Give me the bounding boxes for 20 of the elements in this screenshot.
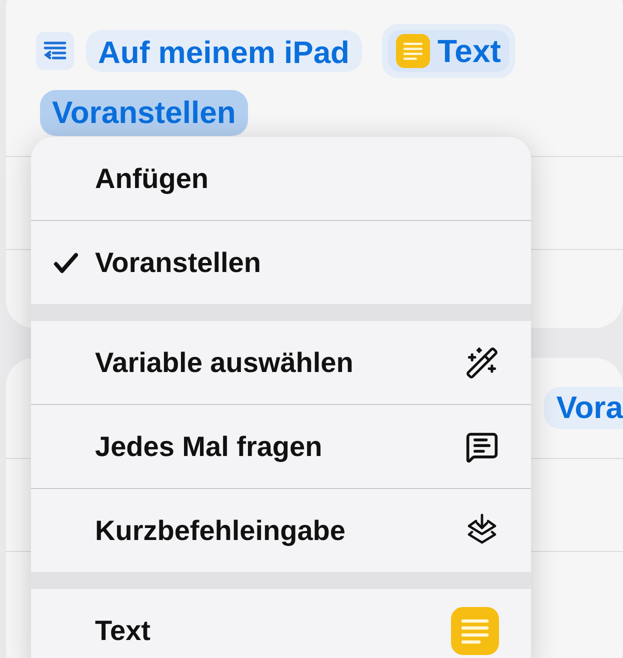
- note-icon: [396, 34, 430, 68]
- menu-item[interactable]: Variable auswählen: [31, 321, 531, 404]
- menu-item[interactable]: Anfügen: [31, 137, 531, 220]
- location-chip[interactable]: Auf meinem iPad: [86, 30, 362, 72]
- next-action-chip[interactable]: Vora: [544, 387, 623, 429]
- magic-wand-icon: [465, 346, 499, 380]
- menu-item-label: Anfügen: [95, 162, 210, 196]
- menu-item[interactable]: Text: [31, 589, 531, 658]
- menu-item-label: Text: [95, 614, 152, 648]
- menu-item[interactable]: Voranstellen: [31, 221, 531, 304]
- checkmark-icon: [53, 252, 79, 274]
- menu-item[interactable]: Kurzbefehleingabe: [31, 489, 531, 572]
- menu-item-label: Kurzbefehleingabe: [95, 514, 346, 548]
- action-icon[interactable]: [36, 32, 74, 70]
- variable-chip[interactable]: Text: [388, 30, 509, 72]
- menu-item-label: Voranstellen: [95, 246, 262, 280]
- note-icon: [451, 606, 499, 654]
- menu-item[interactable]: Jedes Mal fragen: [31, 405, 531, 488]
- menu-item-label: Jedes Mal fragen: [95, 430, 324, 464]
- menu-item-label: Variable auswählen: [95, 346, 354, 380]
